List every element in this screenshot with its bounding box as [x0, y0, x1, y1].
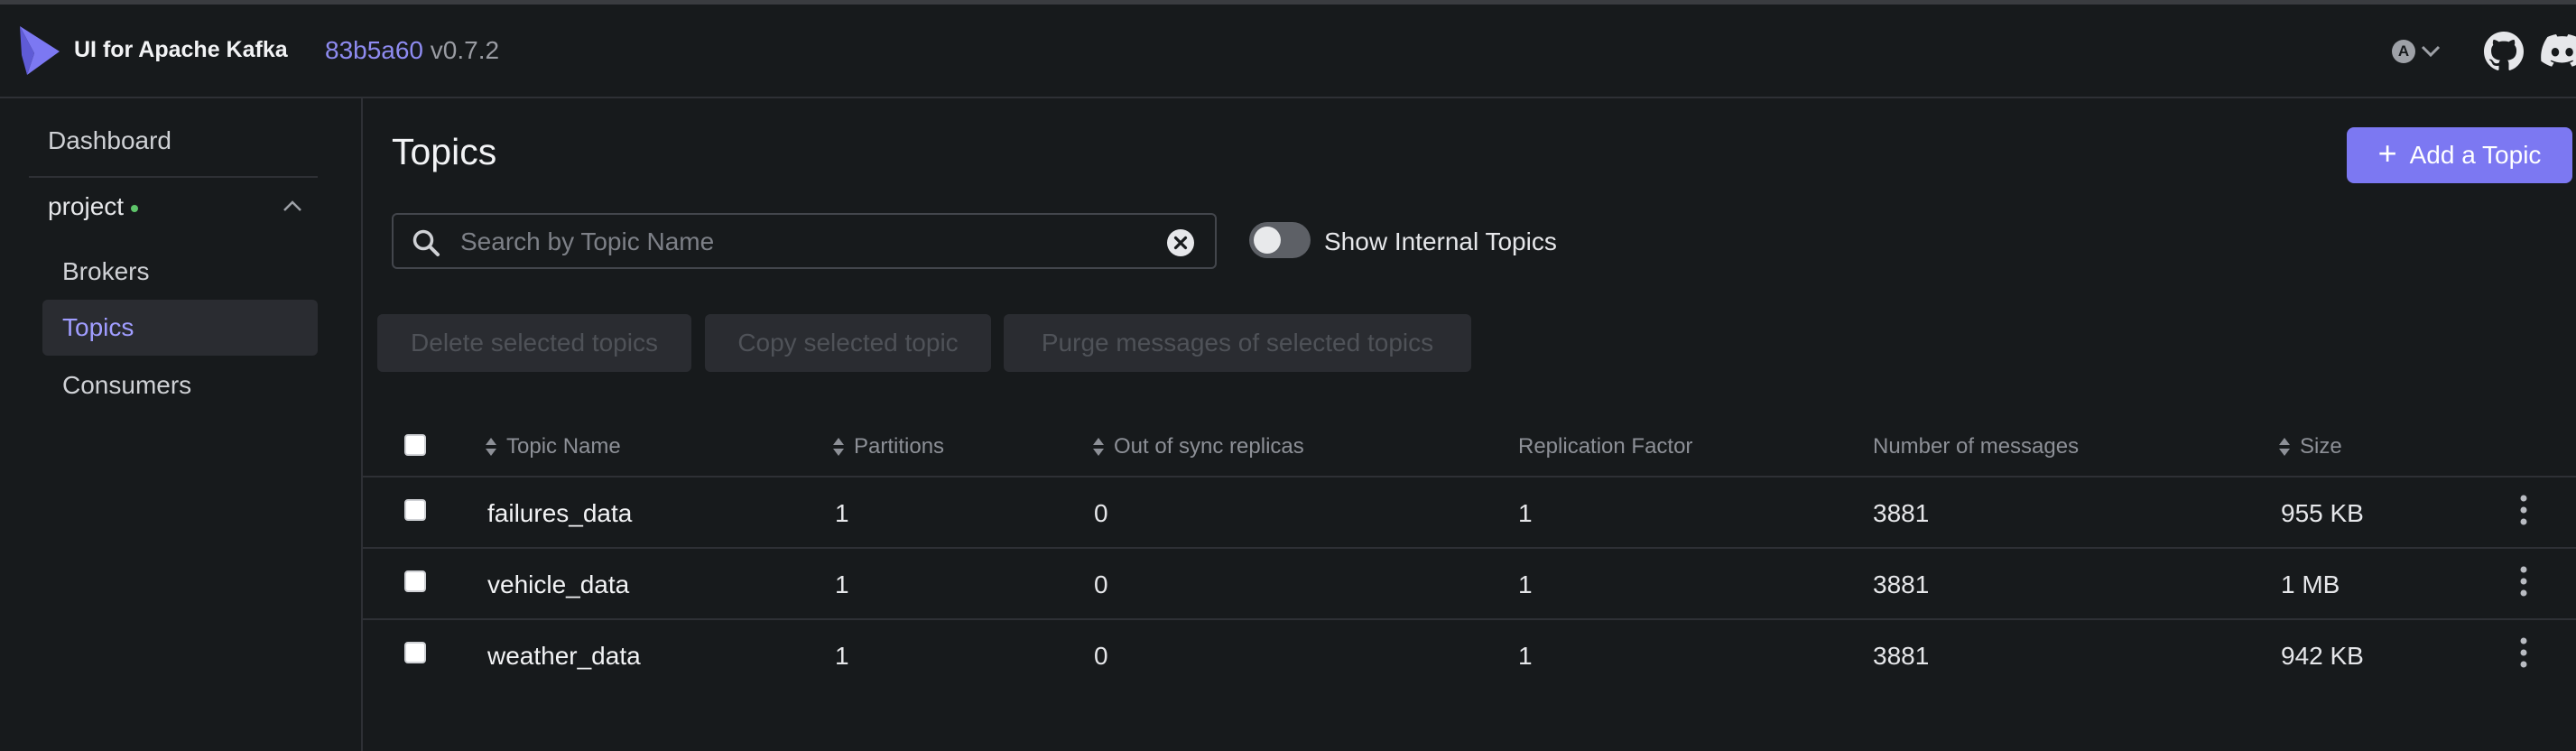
topics-page: Topics + Add a Topic Show Internal Topic… [363, 98, 2576, 751]
cell-out-of-sync: 0 [1094, 570, 1108, 598]
github-icon[interactable] [2484, 32, 2524, 71]
commit-hash[interactable]: 83b5a60 [325, 36, 423, 64]
cell-partitions: 1 [835, 570, 849, 598]
toggle-knob [1254, 227, 1281, 254]
sidebar-divider [29, 176, 318, 178]
theme-switcher[interactable]: A [2392, 32, 2453, 71]
cell-size: 942 KB [2281, 642, 2364, 670]
cell-messages: 3881 [1873, 499, 1930, 527]
column-topic-name[interactable]: Topic Name [485, 434, 621, 459]
table-row[interactable]: vehicle_data 1 0 1 3881 1 MB [363, 549, 2576, 620]
show-internal-topics-toggle[interactable] [1249, 222, 1311, 258]
sidebar-item-label: Brokers [62, 257, 150, 285]
cell-out-of-sync: 0 [1094, 642, 1108, 670]
column-size[interactable]: Size [2278, 434, 2342, 459]
table-row[interactable]: weather_data 1 0 1 3881 942 KB [363, 620, 2576, 690]
column-label: Replication Factor [1518, 434, 1693, 459]
column-label: Topic Name [506, 434, 621, 459]
topic-name-link[interactable]: vehicle_data [487, 570, 629, 599]
cell-size: 1 MB [2281, 570, 2340, 598]
cell-size: 955 KB [2281, 499, 2364, 527]
plus-icon: + [2377, 134, 2397, 172]
app-title[interactable]: UI for Apache Kafka [74, 37, 288, 63]
more-actions-icon[interactable] [2515, 565, 2533, 598]
row-checkbox[interactable] [404, 499, 426, 521]
cell-partitions: 1 [835, 642, 849, 670]
add-topic-label: Add a Topic [2409, 141, 2542, 169]
cell-replication: 1 [1518, 642, 1533, 670]
copy-selected-topic-button[interactable]: Copy selected topic [705, 314, 991, 372]
topic-name-link[interactable]: failures_data [487, 499, 632, 528]
sidebar-item-label: Consumers [62, 371, 192, 399]
add-topic-button[interactable]: + Add a Topic [2347, 127, 2572, 183]
version-number: v0.7.2 [430, 36, 500, 64]
cell-messages: 3881 [1873, 570, 1930, 598]
sidebar-item-consumers[interactable]: Consumers [42, 357, 318, 413]
cluster-status-dot [131, 204, 139, 212]
row-checkbox[interactable] [404, 570, 426, 592]
purge-messages-button[interactable]: Purge messages of selected topics [1004, 314, 1471, 372]
column-number-of-messages: Number of messages [1873, 434, 2079, 459]
column-label: Size [2300, 434, 2342, 459]
table-header: Topic Name Partitions Out of sync replic… [363, 414, 2576, 477]
cell-replication: 1 [1518, 499, 1533, 527]
cell-out-of-sync: 0 [1094, 499, 1108, 527]
show-internal-topics-label: Show Internal Topics [1324, 227, 1557, 255]
cluster-name: project [48, 192, 125, 220]
sidebar-item-topics[interactable]: Topics [42, 300, 318, 356]
column-label: Partitions [854, 434, 945, 459]
column-label: Number of messages [1873, 434, 2080, 459]
row-checkbox[interactable] [404, 642, 426, 663]
cell-replication: 1 [1518, 570, 1533, 598]
sidebar-item-dashboard[interactable]: Dashboard [48, 126, 171, 155]
chevron-down-icon [2421, 45, 2441, 58]
column-out-of-sync-replicas[interactable]: Out of sync replicas [1092, 434, 1304, 459]
sort-icon [1093, 438, 1104, 456]
search-icon [412, 229, 440, 256]
more-actions-icon[interactable] [2515, 494, 2533, 526]
sort-icon [833, 438, 844, 456]
sidebar-item-label: Topics [62, 313, 134, 341]
topic-name-link[interactable]: weather_data [487, 642, 641, 671]
kafka-logo-icon[interactable] [18, 24, 61, 77]
delete-selected-topics-button[interactable]: Delete selected topics [377, 314, 691, 372]
column-partitions[interactable]: Partitions [832, 434, 944, 459]
top-header: UI for Apache Kafka 83b5a60 v0.7.2 A [0, 5, 2576, 98]
sort-icon [2279, 438, 2290, 456]
cell-partitions: 1 [835, 499, 849, 527]
topic-search-box [392, 213, 1217, 269]
table-row[interactable]: failures_data 1 0 1 3881 955 KB [363, 477, 2576, 549]
sidebar: Dashboard project Brokers Topics Consume… [0, 98, 363, 751]
chevron-up-icon[interactable] [283, 199, 302, 212]
column-replication-factor: Replication Factor [1518, 434, 1692, 459]
cell-messages: 3881 [1873, 642, 1930, 670]
sidebar-item-brokers[interactable]: Brokers [42, 244, 318, 300]
theme-auto-icon: A [2392, 40, 2415, 63]
sort-icon [486, 438, 496, 456]
select-all-checkbox[interactable] [404, 434, 426, 456]
version-info: 83b5a60 v0.7.2 [325, 36, 499, 65]
clear-search-icon[interactable] [1166, 228, 1195, 257]
page-title: Topics [392, 131, 497, 172]
cluster-menu-project[interactable]: project [48, 192, 310, 232]
search-input[interactable] [459, 224, 1166, 260]
column-label: Out of sync replicas [1114, 434, 1304, 459]
discord-icon[interactable] [2541, 32, 2576, 71]
more-actions-icon[interactable] [2515, 636, 2533, 669]
